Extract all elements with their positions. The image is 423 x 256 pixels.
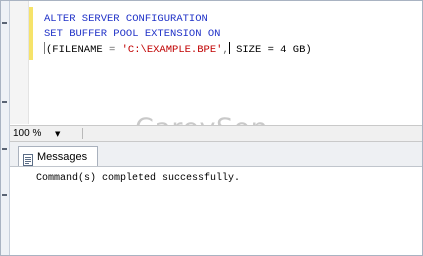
- tab-messages-label: Messages: [37, 150, 88, 163]
- code-line-3-open: (FILENAME: [46, 44, 103, 56]
- query-window: ALTER SERVER CONFIGURATION SET BUFFER PO…: [0, 0, 423, 256]
- code-line-3-rest: SIZE = 4 GB): [229, 44, 312, 56]
- query-editor[interactable]: ALTER SERVER CONFIGURATION SET BUFFER PO…: [34, 1, 422, 124]
- code-line-3-string: 'C:\EXAMPLE.BPE': [121, 44, 223, 56]
- editor-gutter: [10, 1, 29, 124]
- code-line-3-equals: =: [102, 44, 122, 56]
- tab-messages[interactable]: Messages: [18, 146, 98, 166]
- left-panel-edge: [1, 1, 10, 255]
- edge-mark: [2, 194, 7, 196]
- results-tabstrip: Messages: [10, 142, 422, 167]
- zoom-separator: [82, 128, 83, 139]
- zoom-value: 100 %: [13, 128, 42, 139]
- zoom-dropdown[interactable]: 100 % ▼: [13, 127, 73, 140]
- messages-icon: [23, 151, 33, 166]
- edge-mark: [2, 101, 7, 103]
- code-line-2: SET BUFFER POOL EXTENSION ON: [44, 28, 221, 40]
- sql-code[interactable]: ALTER SERVER CONFIGURATION SET BUFFER PO…: [44, 12, 312, 58]
- chevron-down-icon[interactable]: ▼: [55, 130, 60, 138]
- edge-mark: [2, 22, 7, 24]
- messages-pane[interactable]: Command(s) completed successfully.: [10, 167, 422, 255]
- bracket-match-marker: [44, 42, 45, 54]
- change-tracking-bar: [29, 7, 33, 60]
- edge-mark: [2, 148, 7, 150]
- zoom-bar: 100 % ▼: [10, 125, 422, 142]
- result-message: Command(s) completed successfully.: [36, 173, 241, 184]
- code-line-1: ALTER SERVER CONFIGURATION: [44, 13, 208, 25]
